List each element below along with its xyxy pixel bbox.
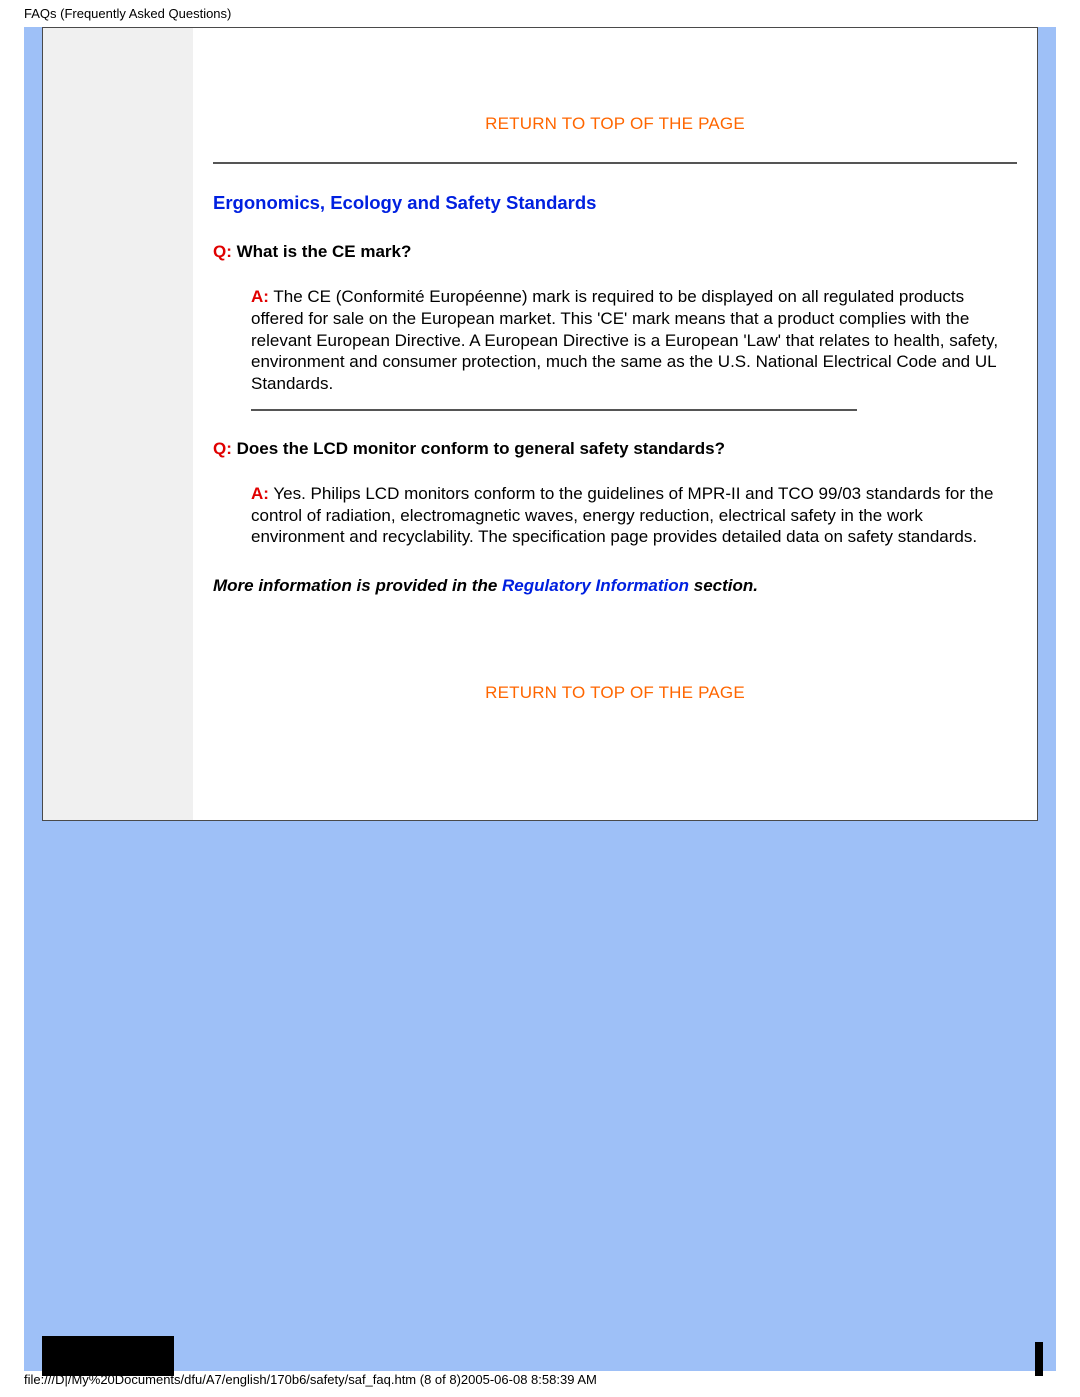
footer-file-path: file:///D|/My%20Documents/dfu/A7/english…	[24, 1372, 597, 1387]
a-prefix: A:	[251, 484, 269, 503]
a-text: The CE (Conformité Européenne) mark is r…	[251, 287, 998, 393]
q-prefix: Q:	[213, 242, 232, 261]
a-text: Yes. Philips LCD monitors conform to the…	[251, 484, 993, 547]
content-area: RETURN TO TOP OF THE PAGE Ergonomics, Ec…	[193, 28, 1037, 820]
more-info-post: section.	[689, 576, 758, 595]
q-text: Does the LCD monitor conform to general …	[232, 439, 725, 458]
page-background: RETURN TO TOP OF THE PAGE Ergonomics, Ec…	[24, 27, 1056, 1371]
document-frame: RETURN TO TOP OF THE PAGE Ergonomics, Ec…	[42, 27, 1038, 821]
left-gutter	[43, 28, 193, 820]
faq-answer-2: A: Yes. Philips LCD monitors conform to …	[251, 483, 1017, 548]
answer-divider	[251, 409, 857, 411]
faq-question-1: Q: What is the CE mark?	[213, 242, 1017, 262]
page-header-title: FAQs (Frequently Asked Questions)	[0, 0, 1080, 27]
scrollbar-handle[interactable]	[1035, 1342, 1043, 1376]
section-heading: Ergonomics, Ecology and Safety Standards	[213, 192, 1017, 214]
more-info-line: More information is provided in the Regu…	[213, 576, 1017, 596]
return-to-top-link[interactable]: RETURN TO TOP OF THE PAGE	[213, 613, 1017, 703]
faq-question-2: Q: Does the LCD monitor conform to gener…	[213, 439, 1017, 459]
more-info-pre: More information is provided in the	[213, 576, 502, 595]
faq-answer-1: A: The CE (Conformité Européenne) mark i…	[251, 286, 1017, 395]
q-text: What is the CE mark?	[232, 242, 411, 261]
answer-divider-wrap	[251, 409, 1017, 411]
section-divider	[213, 162, 1017, 164]
regulatory-information-link[interactable]: Regulatory Information	[502, 576, 689, 595]
a-prefix: A:	[251, 287, 269, 306]
return-to-top-link[interactable]: RETURN TO TOP OF THE PAGE	[213, 28, 1017, 162]
q-prefix: Q:	[213, 439, 232, 458]
bottom-left-black-block	[42, 1336, 174, 1376]
